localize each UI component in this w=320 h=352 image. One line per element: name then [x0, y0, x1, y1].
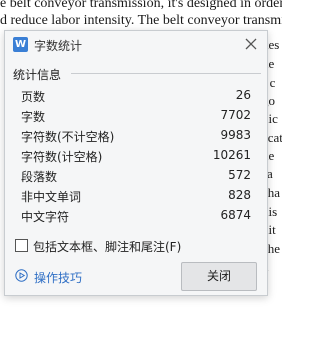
document-text-line-2: d reduce labor intensity. The belt conve…: [0, 13, 282, 28]
play-circle-icon: [15, 269, 28, 282]
section-divider: [71, 73, 261, 74]
checkbox-box[interactable]: [15, 239, 28, 252]
stat-label: 页数: [21, 90, 46, 104]
stat-label: 段落数: [21, 170, 58, 184]
stat-label: 非中文单词: [21, 190, 82, 204]
stat-value: 10261: [212, 148, 251, 162]
stat-value: 26: [235, 88, 251, 102]
document-text-line-1: e belt conveyor transmission, it's desig…: [0, 0, 282, 11]
statistics-section-title: 统计信息: [13, 68, 62, 82]
stat-label: 字符数(不计空格): [21, 130, 115, 144]
stat-label: 字数: [21, 110, 46, 124]
checkbox-label[interactable]: 包括文本框、脚注和尾注(F): [33, 238, 181, 255]
screen: e belt conveyor transmission, it's desig…: [0, 0, 282, 352]
stat-value: 6874: [220, 208, 251, 222]
close-button[interactable]: 关闭: [181, 262, 257, 291]
stat-value: 572: [228, 168, 251, 182]
close-icon[interactable]: [241, 34, 261, 54]
stat-label: 字符数(计空格): [21, 150, 103, 164]
stat-row-pages: 页数 26: [21, 86, 251, 106]
wps-writer-icon: W: [13, 37, 28, 52]
dialog-title: 字数统计: [34, 39, 83, 53]
stat-label: 中文字符: [21, 210, 70, 224]
stat-row-characters-with-spaces: 字符数(计空格) 10261: [21, 146, 251, 166]
word-count-dialog: W 字数统计 统计信息 页数 26 字数 7702 字符数(不计空格) 9983…: [4, 30, 268, 296]
dialog-titlebar[interactable]: W 字数统计: [5, 31, 267, 59]
stat-row-paragraphs: 段落数 572: [21, 166, 251, 186]
stat-value: 9983: [220, 128, 251, 142]
stat-row-chinese-characters: 中文字符 6874: [21, 206, 251, 226]
stat-row-characters-no-spaces: 字符数(不计空格) 9983: [21, 126, 251, 146]
stat-value: 7702: [220, 108, 251, 122]
tips-label[interactable]: 操作技巧: [34, 269, 82, 286]
stat-row-words: 字数 7702: [21, 106, 251, 126]
stat-value: 828: [228, 188, 251, 202]
stat-row-non-chinese-words: 非中文单词 828: [21, 186, 251, 206]
